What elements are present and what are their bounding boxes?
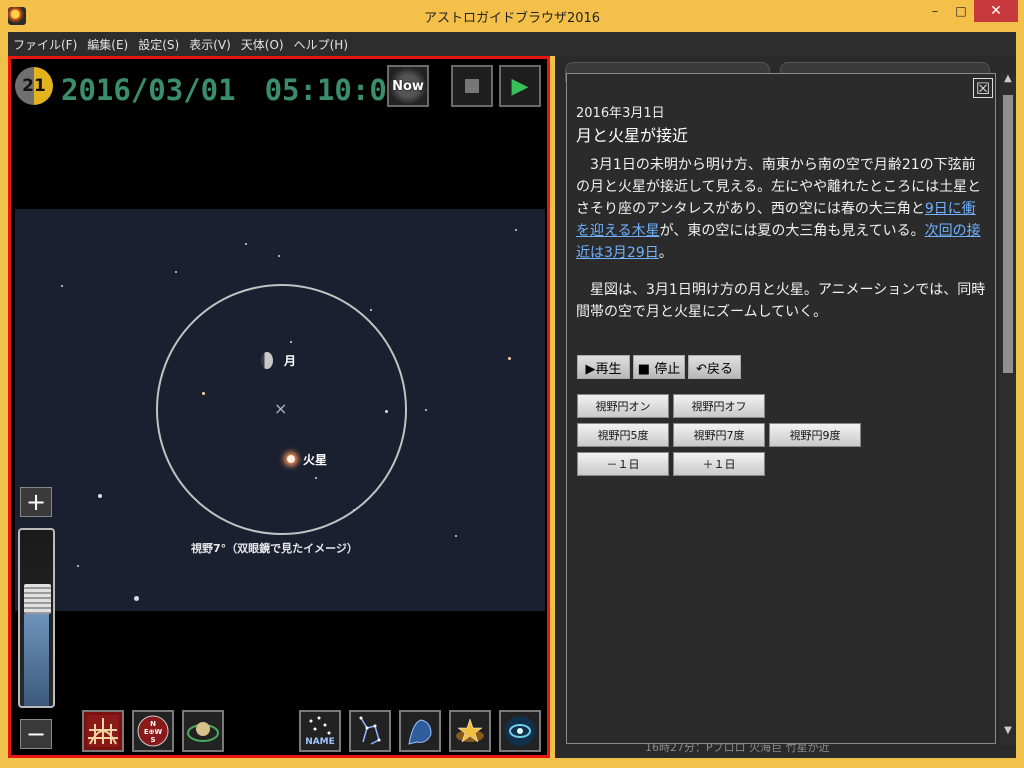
menu-objects[interactable]: 天体(O) bbox=[236, 36, 289, 53]
star-badge-icon bbox=[456, 718, 484, 743]
scroll-down-arrow-icon[interactable]: ▼ bbox=[1000, 725, 1016, 739]
play-button[interactable]: ▶ bbox=[499, 65, 541, 107]
star-name-button[interactable]: NAME bbox=[299, 710, 341, 752]
event-title: 月と火星が接近 bbox=[576, 126, 689, 145]
galaxy-button[interactable] bbox=[499, 710, 541, 752]
star bbox=[278, 255, 280, 257]
star bbox=[61, 285, 63, 287]
description-text-a: 3月1日の未明から明け方、南東から南の空で月齢21の下弦前の月と火星が接近して見… bbox=[576, 157, 982, 217]
date-time-display[interactable]: 2016/03/01 05:10:09 bbox=[61, 67, 404, 109]
planet-orbit-button[interactable] bbox=[182, 710, 224, 752]
planet-icon bbox=[187, 722, 219, 742]
galaxy-icon bbox=[505, 716, 535, 746]
description-text-c: 。 bbox=[658, 245, 673, 261]
plus-one-day-button[interactable]: ＋１日 bbox=[673, 452, 765, 476]
back-button[interactable]: ↶戻る bbox=[688, 355, 741, 379]
fov-on-button[interactable]: 視野円オン bbox=[577, 394, 669, 418]
zoom-slider-fill bbox=[24, 614, 49, 706]
stop-button[interactable] bbox=[451, 65, 493, 107]
star bbox=[77, 565, 79, 567]
now-label: Now bbox=[392, 78, 424, 94]
svg-text:S: S bbox=[150, 736, 155, 744]
constellation-lines-button[interactable] bbox=[349, 710, 391, 752]
star bbox=[515, 229, 517, 231]
constellation-art-button[interactable] bbox=[399, 710, 441, 752]
minimize-button[interactable]: – bbox=[922, 0, 948, 22]
moon-label: 月 bbox=[284, 354, 297, 368]
star bbox=[508, 357, 511, 360]
mars-icon[interactable] bbox=[287, 455, 295, 463]
star bbox=[175, 271, 177, 273]
guide-panel-area: 16時27分：Pプロロ 火海巨 竹星が近 ☒ 2016年3月1日 月と火星が接近… bbox=[555, 56, 1016, 758]
menu-view[interactable]: 表示(V) bbox=[184, 36, 236, 53]
now-button[interactable]: Now bbox=[387, 65, 429, 107]
fov-caption: 視野7°（双眼鏡で見たイメージ） bbox=[191, 542, 358, 555]
chart-description: 星図は、3月1日明け方の月と火星。アニメーションでは、同時間帯の空で月と火星にズ… bbox=[576, 282, 986, 320]
vertical-scrollbar[interactable]: ▲ ▼ bbox=[1000, 73, 1016, 745]
mars-label: 火星 bbox=[303, 453, 328, 467]
fov-off-button[interactable]: 視野円オフ bbox=[673, 394, 765, 418]
title-bar: アストロガイドブラウザ2016 – □ ✕ bbox=[0, 0, 1024, 32]
name-label: NAME bbox=[305, 737, 335, 747]
moon-icon[interactable] bbox=[261, 352, 273, 369]
favorite-star-button[interactable] bbox=[449, 710, 491, 752]
scroll-up-arrow-icon[interactable]: ▲ bbox=[1000, 73, 1016, 87]
zoom-out-button[interactable]: − bbox=[20, 719, 52, 749]
constellation-lines-icon bbox=[359, 716, 381, 745]
compass-button[interactable]: N E⊕W S bbox=[132, 710, 174, 752]
fov-5deg-button[interactable]: 視野円5度 bbox=[577, 423, 669, 447]
popup-close-button[interactable]: ☒ bbox=[973, 78, 993, 98]
play-icon: ▶ bbox=[511, 73, 529, 99]
description-text-b: が、東の空には夏の大三角も見えている。 bbox=[659, 223, 925, 239]
zoom-slider-thumb[interactable] bbox=[24, 584, 51, 614]
zoom-in-button[interactable]: + bbox=[20, 487, 52, 517]
stop-animation-button[interactable]: ■ 停止 bbox=[633, 355, 685, 379]
fov-9deg-button[interactable]: 視野円9度 bbox=[769, 423, 861, 447]
horizon-grid-button[interactable] bbox=[82, 710, 124, 752]
stop-icon bbox=[465, 79, 479, 93]
window-title: アストロガイドブラウザ2016 bbox=[423, 11, 601, 26]
star bbox=[455, 535, 457, 537]
moon-age-badge: 21 bbox=[15, 67, 53, 105]
star-dots-icon bbox=[309, 716, 331, 735]
close-window-button[interactable]: ✕ bbox=[974, 0, 1018, 22]
menu-bar: ファイル(F) 編集(E) 設定(S) 表示(V) 天体(O) ヘルプ(H) bbox=[8, 32, 1016, 56]
horizon-grid-icon bbox=[87, 715, 119, 747]
event-date: 2016年3月1日 bbox=[576, 106, 665, 121]
zoom-slider[interactable] bbox=[18, 528, 55, 708]
fov-7deg-button[interactable]: 視野円7度 bbox=[673, 423, 765, 447]
event-detail-popup: ☒ 2016年3月1日 月と火星が接近 3月1日の未明から明け方、南東から南の空… bbox=[566, 73, 996, 744]
star bbox=[425, 409, 427, 411]
maximize-button[interactable]: □ bbox=[948, 0, 974, 22]
menu-settings[interactable]: 設定(S) bbox=[133, 36, 184, 53]
event-description: 3月1日の未明から明け方、南東から南の空で月齢21の下弦前の月と火星が接近して見… bbox=[576, 154, 986, 264]
menu-edit[interactable]: 編集(E) bbox=[82, 36, 133, 53]
menu-help[interactable]: ヘルプ(H) bbox=[289, 36, 353, 53]
star bbox=[134, 596, 139, 601]
star bbox=[245, 243, 247, 245]
minus-one-day-button[interactable]: －１日 bbox=[577, 452, 669, 476]
play-animation-button[interactable]: ▶再生 bbox=[577, 355, 630, 379]
constellation-art-icon bbox=[408, 719, 432, 745]
compass-icon: N E⊕W S bbox=[137, 715, 169, 747]
sky-view-panel[interactable]: × 月 火星 視野7°（双眼鏡で見たイメージ） 21 2016/03/01 05… bbox=[8, 56, 550, 758]
menu-file[interactable]: ファイル(F) bbox=[8, 36, 82, 53]
center-cross-icon: × bbox=[274, 399, 288, 418]
scrollbar-thumb[interactable] bbox=[1003, 95, 1013, 373]
star bbox=[370, 309, 372, 311]
svg-text:E⊕W: E⊕W bbox=[144, 728, 163, 736]
svg-text:N: N bbox=[150, 720, 156, 728]
star bbox=[98, 494, 102, 498]
